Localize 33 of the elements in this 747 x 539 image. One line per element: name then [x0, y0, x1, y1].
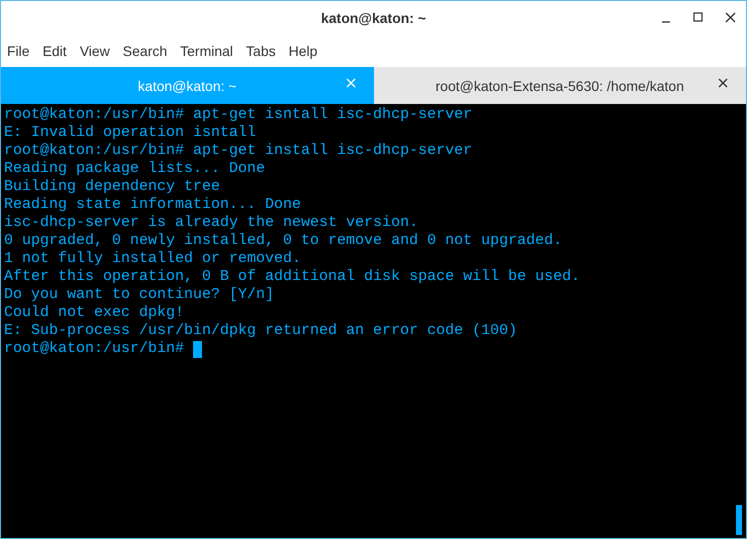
- terminal-line: E: Invalid operation isntall: [4, 124, 256, 141]
- terminal-line: Reading state information... Done: [4, 196, 302, 213]
- terminal-line: 1 not fully installed or removed.: [4, 250, 302, 267]
- close-icon: [346, 78, 356, 88]
- menu-item[interactable]: View: [80, 43, 110, 59]
- terminal-prompt: root@katon:/usr/bin#: [4, 340, 184, 358]
- tab[interactable]: root@katon-Extensa-5630: /home/katon: [374, 67, 746, 104]
- text-cursor: [193, 340, 202, 358]
- menu-item[interactable]: File: [7, 43, 30, 59]
- terminal-line: After this operation, 0 B of additional disk space will be used.: [4, 268, 580, 285]
- maximize-icon: [693, 12, 703, 22]
- terminal-line: Building dependency tree: [4, 178, 220, 195]
- menu-item[interactable]: Help: [288, 43, 318, 59]
- terminal-line: Do you want to continue? [Y/n]: [4, 286, 274, 303]
- terminal-line: Reading package lists... Done: [4, 160, 266, 177]
- close-icon: [724, 12, 736, 22]
- terminal-line: Could not exec dpkg!: [4, 304, 184, 321]
- tab-label: root@katon-Extensa-5630: /home/katon: [436, 78, 684, 94]
- terminal-line: 0 upgraded, 0 newly installed, 0 to remove and 0 not upgraded.: [4, 232, 562, 249]
- terminal-area[interactable]: [1, 104, 746, 538]
- minimize-icon: [661, 21, 671, 23]
- terminal-line: root@katon:/usr/bin# apt-get isntall isc-dhcp-server: [4, 106, 472, 123]
- menu-item[interactable]: Tabs: [246, 43, 276, 59]
- window-title: katon@katon: ~: [320, 10, 426, 26]
- terminal-line: root@katon:/usr/bin# apt-get install isc-dhcp-server: [4, 142, 472, 159]
- scrollbar-thumb[interactable]: [736, 505, 742, 535]
- terminal-line: E: Sub-process /usr/bin/dpkg returned an error code (100): [4, 322, 518, 339]
- menu-item[interactable]: Edit: [42, 43, 67, 59]
- tab-label: katon@katon: ~: [138, 78, 237, 94]
- close-icon: [718, 78, 728, 88]
- menu-item[interactable]: Search: [122, 43, 168, 59]
- terminal-line: isc-dhcp-server is already the newest version.: [4, 214, 418, 231]
- menu-item[interactable]: Terminal: [180, 43, 234, 59]
